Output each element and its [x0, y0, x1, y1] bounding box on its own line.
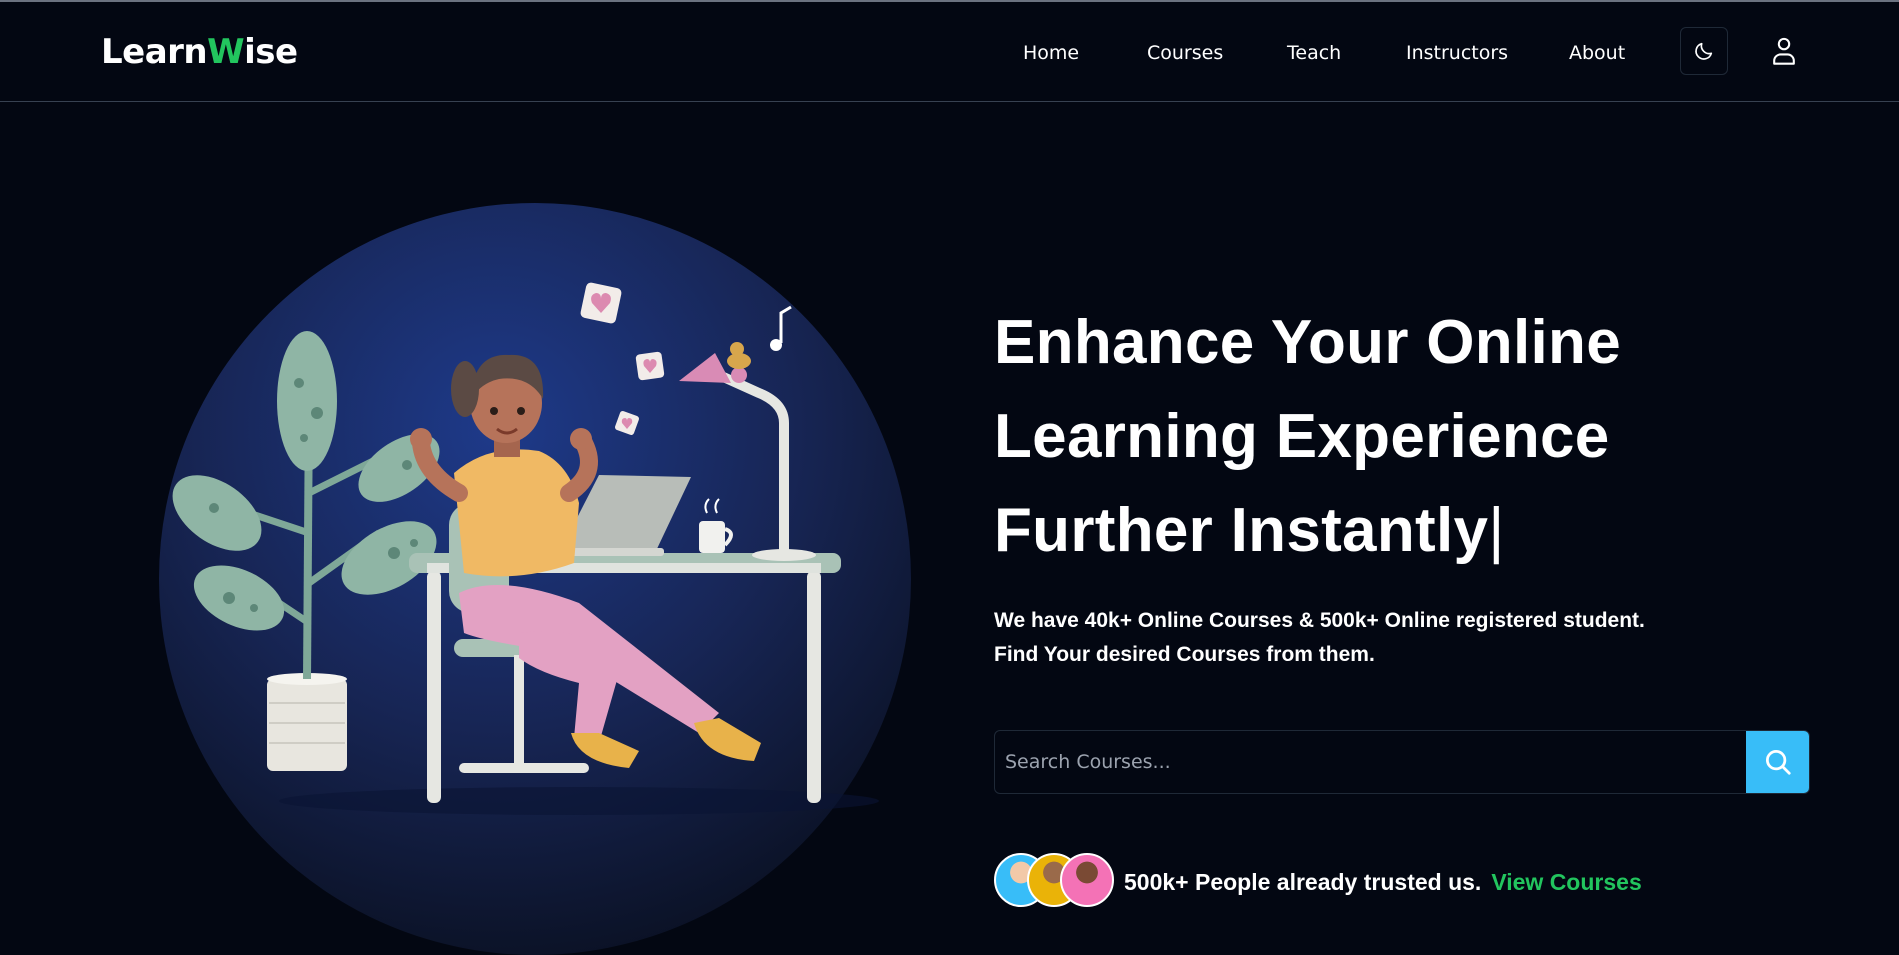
floating-hearts [580, 282, 665, 435]
search-input[interactable] [995, 731, 1746, 793]
brand-logo[interactable]: LearnWise [101, 32, 298, 72]
subtext-line-1: We have 40k+ Online Courses & 500k+ Onli… [994, 609, 1645, 632]
nav-link-about[interactable]: About [1569, 42, 1625, 64]
course-search-bar [994, 730, 1810, 794]
trust-section: 500k+ People already trusted us. View Co… [994, 853, 1642, 911]
headline-line-1: Enhance Your Online [994, 308, 1621, 377]
nav-link-courses[interactable]: Courses [1147, 42, 1223, 64]
theme-toggle-button[interactable] [1680, 27, 1728, 75]
plant-leaves [172, 331, 440, 680]
logo-text-learn: Learn [101, 32, 208, 72]
hero-subtext: We have 40k+ Online Courses & 500k+ Onli… [994, 604, 1754, 672]
typing-caret: | [1488, 496, 1505, 565]
avatar-group [994, 853, 1124, 911]
nav-link-teach[interactable]: Teach [1287, 42, 1341, 64]
logo-text-w: W [207, 32, 245, 72]
logo-text-ise: ise [244, 32, 298, 72]
music-note [770, 305, 792, 351]
navbar: LearnWise Home Courses Teach Instructors… [0, 2, 1899, 102]
user-account-button[interactable] [1760, 27, 1808, 75]
headline-line-2: Learning Experience [994, 402, 1610, 471]
hero-headline: Enhance Your Online Learning Experience … [994, 296, 1714, 578]
headline-line-3: Further Instantly [994, 496, 1489, 565]
nav-link-home[interactable]: Home [1023, 42, 1079, 64]
subtext-line-2: Find Your desired Courses from them. [994, 643, 1375, 666]
plant-pot [267, 673, 347, 771]
search-icon [1765, 750, 1791, 775]
coffee-mug [699, 498, 733, 553]
nav-link-instructors[interactable]: Instructors [1406, 42, 1508, 64]
user-icon [1773, 37, 1795, 65]
view-courses-link[interactable]: View Courses [1491, 869, 1641, 896]
moon-icon [1695, 42, 1713, 60]
student-at-desk-illustration [172, 282, 879, 815]
search-button[interactable] [1746, 731, 1809, 793]
student-avatar [1060, 853, 1114, 907]
trust-text: 500k+ People already trusted us. [1124, 868, 1482, 895]
